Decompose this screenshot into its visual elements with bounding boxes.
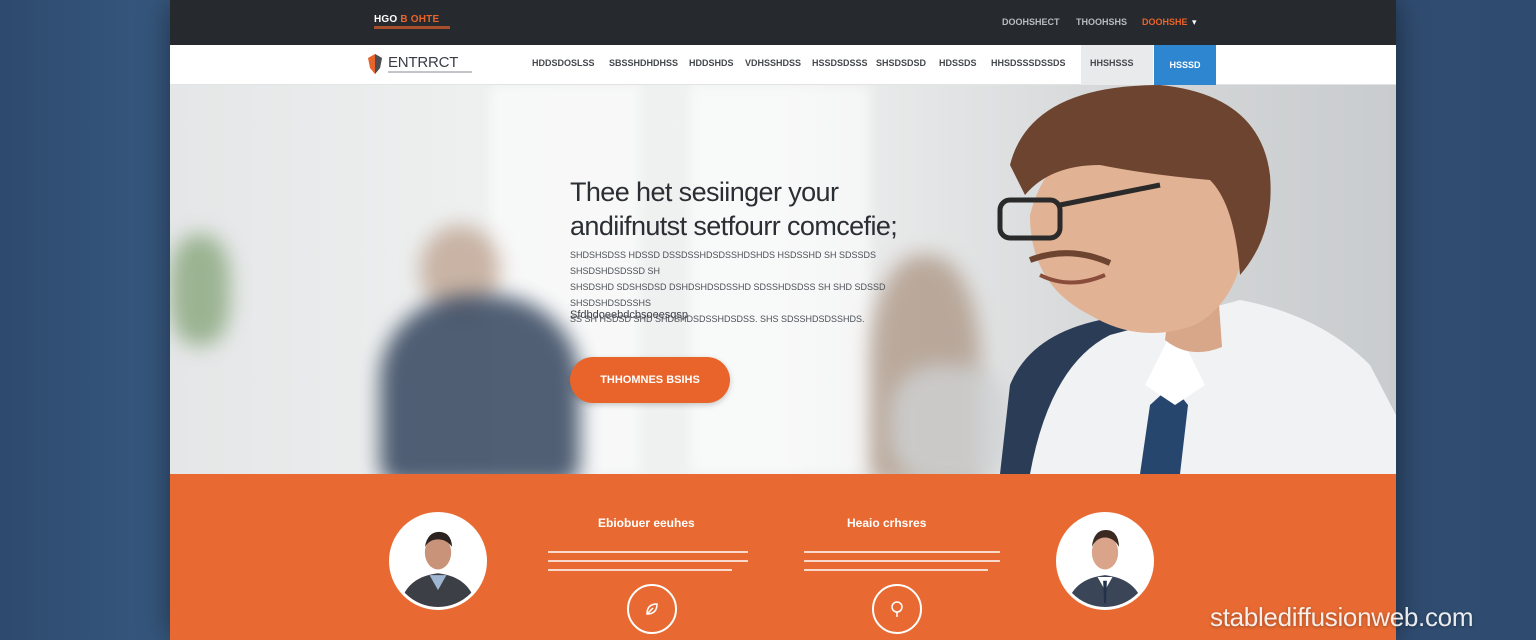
feature-text-right — [804, 551, 1000, 578]
top-link-1[interactable]: DOOHSHECT — [1002, 17, 1060, 27]
website-frame: HGO B OHTE DOOHSHECT THOOHSHS DOOHSHE ▾ … — [170, 0, 1396, 640]
top-brand-accent: B OHTE — [400, 14, 440, 25]
logo-tagline — [388, 71, 472, 73]
team-avatar-left — [389, 512, 487, 610]
feature-title-left: Ebiobuer eeuhes — [598, 516, 695, 530]
team-member-photo — [392, 515, 484, 607]
top-link-highlight[interactable]: DOOHSHE — [1142, 17, 1188, 27]
hero-subtitle-line: SHSDSHD SDSHSDSD DSHDSHDSDSSHD SDSSHDSDS… — [570, 282, 886, 308]
logo-shield-icon[interactable] — [366, 53, 384, 75]
logo-text[interactable]: ENTRRCT — [388, 54, 458, 71]
nav-item-7[interactable]: HDSSDS — [939, 58, 977, 68]
top-link-2[interactable]: THOOHSHS — [1076, 17, 1127, 27]
feature-icon-right[interactable] — [872, 584, 922, 634]
top-brand-main: HGO — [374, 14, 401, 25]
feature-title-right: Heaio crhsres — [847, 516, 927, 530]
hero-bg-person-suit — [380, 295, 580, 474]
leaf-icon — [646, 603, 658, 615]
hero-portrait-image — [997, 85, 1396, 474]
balloon-icon — [891, 601, 903, 617]
nav-item-6[interactable]: SHSDSDSD — [876, 58, 926, 68]
nav-cta-button[interactable]: HSSSD — [1154, 45, 1216, 85]
nav-item-active-bg: HHSHSSS — [1081, 45, 1153, 85]
team-member-photo — [1059, 515, 1151, 607]
nav-item-3[interactable]: HDDSHDS — [689, 58, 734, 68]
nav-item-9[interactable]: HHSHSSS — [1090, 58, 1134, 68]
nav-item-2[interactable]: SBSSHDHDHSS — [609, 58, 678, 68]
hero-text-link[interactable]: Sfdbdoeebdcbsoeesqsp — [570, 309, 688, 321]
hero-subtitle-line: SHDSHSDSS HDSSD DSSDSSHDSDSSHDSHDS HSDSS… — [570, 250, 877, 276]
nav-item-4[interactable]: VDHSSHDSS — [745, 58, 801, 68]
hero-bg-plant — [170, 235, 230, 345]
top-brand-tagline — [374, 26, 450, 29]
hero-section: Thee het sesiinger your andiifnutst setf… — [170, 85, 1396, 474]
hero-title-line-1: Thee het sesiinger your — [570, 177, 839, 207]
nav-item-1[interactable]: HDDSDOSLSS — [532, 58, 595, 68]
nav-item-8[interactable]: HHSDSSSDSSDS — [991, 58, 1066, 68]
top-brand[interactable]: HGO B OHTE — [374, 14, 439, 25]
hero-title-line-2: andiifnutst setfourr comcefie; — [570, 211, 898, 241]
hero-title: Thee het sesiinger your andiifnutst setf… — [570, 175, 898, 243]
main-navbar: ENTRRCT HDDSDOSLSS SBSSHDHDHSS HDDSHDS V… — [170, 45, 1396, 85]
nav-item-5[interactable]: HSSDSDSSS — [812, 58, 868, 68]
site-watermark: stablediffusionweb.com — [1210, 602, 1474, 632]
hero-cta-button[interactable]: THHOMNES BSIHS — [570, 357, 730, 403]
feature-icon-left[interactable] — [627, 584, 677, 634]
dropdown-caret-icon[interactable]: ▾ — [1192, 17, 1197, 28]
team-avatar-right — [1056, 512, 1154, 610]
feature-text-left — [548, 551, 748, 578]
top-utility-bar: HGO B OHTE DOOHSHECT THOOHSHS DOOHSHE ▾ — [170, 0, 1396, 45]
